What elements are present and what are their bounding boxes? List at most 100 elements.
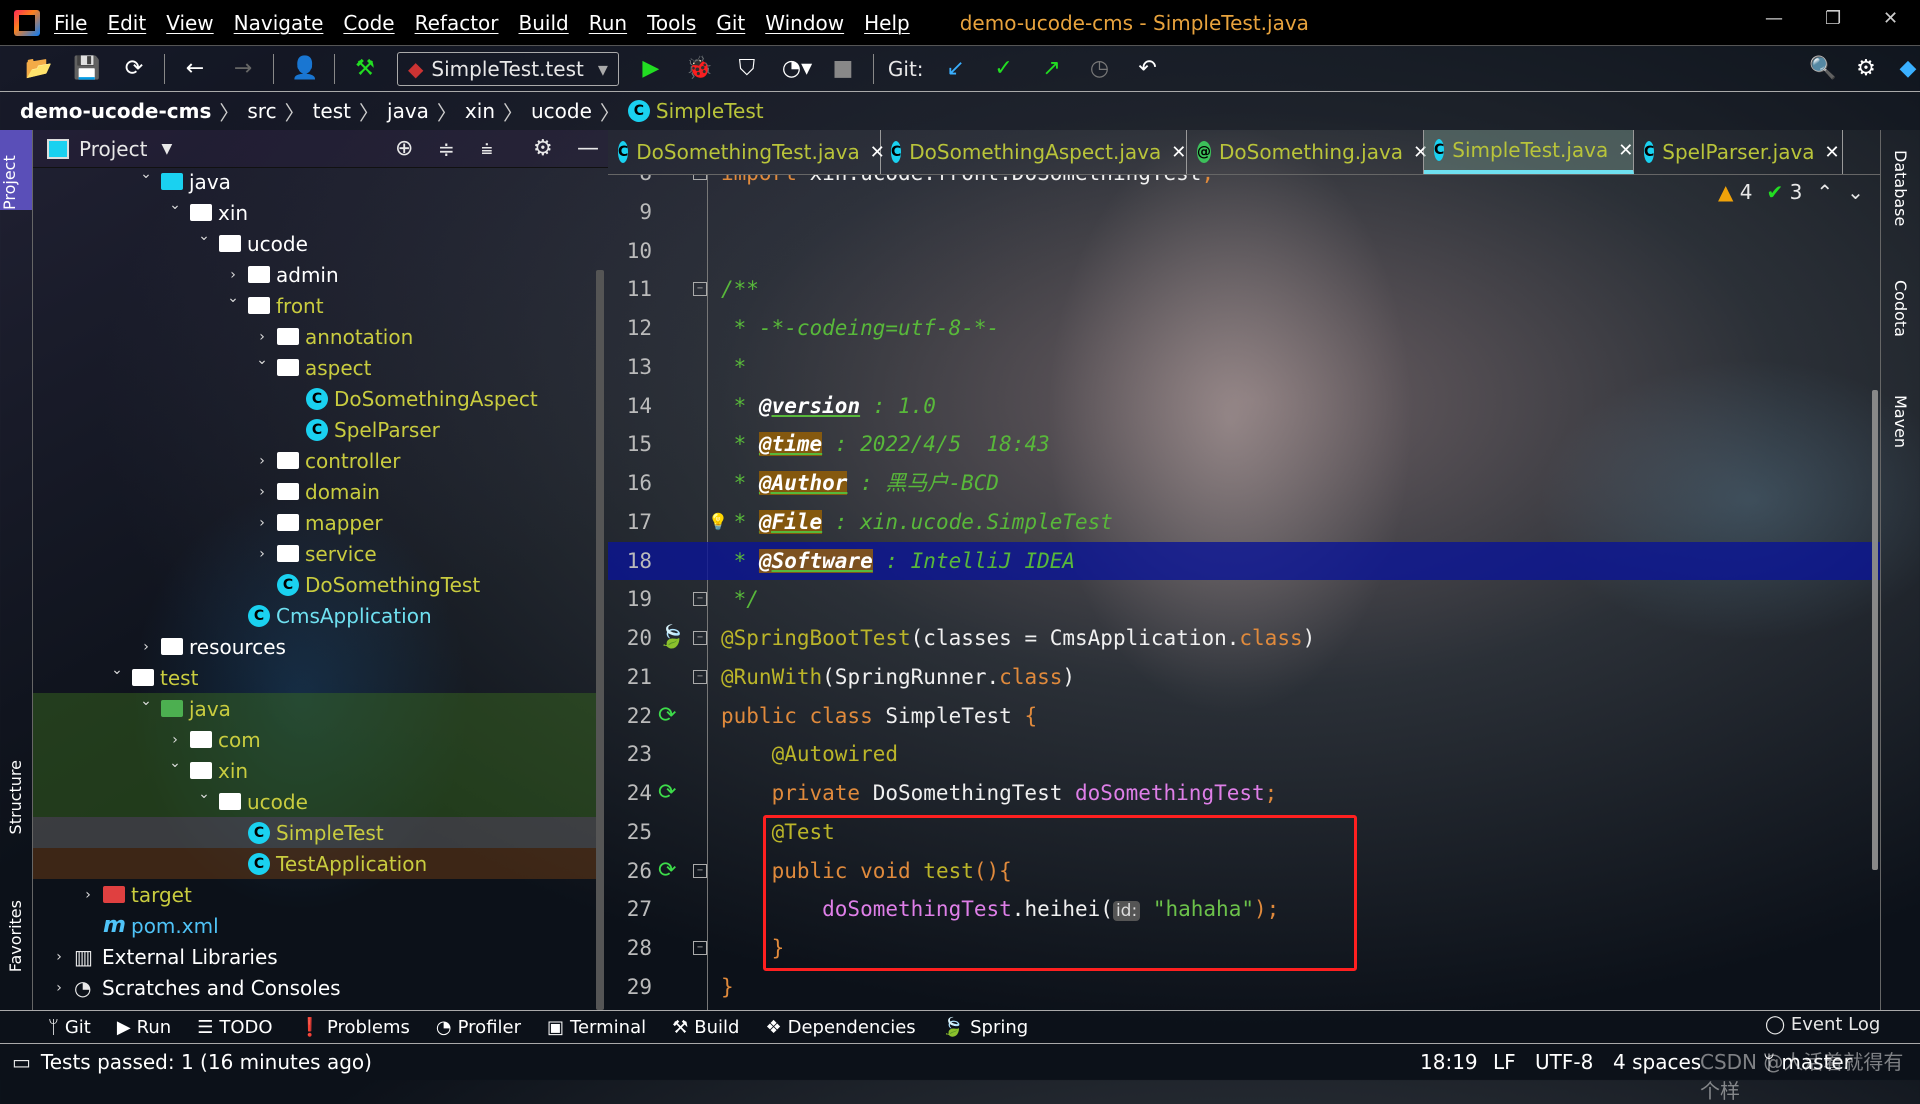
chevron-right-icon[interactable]: › bbox=[166, 732, 184, 748]
line-number[interactable]: 21 bbox=[612, 658, 652, 697]
toolbox-icon[interactable]: ◆ bbox=[1895, 56, 1920, 81]
chevron-right-icon[interactable]: › bbox=[137, 639, 155, 655]
coverage-icon[interactable]: ⛉ bbox=[734, 56, 760, 81]
tree-item[interactable]: ⌄ java bbox=[33, 693, 598, 724]
line-number[interactable]: 10 bbox=[612, 232, 652, 271]
chevron-right-icon[interactable]: › bbox=[253, 515, 271, 531]
menu-refactor[interactable]: Refactor bbox=[415, 11, 499, 35]
breadcrumb-item[interactable]: java bbox=[387, 99, 429, 123]
run-test-icon[interactable]: ⟳ bbox=[658, 697, 676, 736]
chevron-down-icon[interactable]: ⌄ bbox=[253, 352, 271, 368]
chevron-right-icon[interactable]: › bbox=[253, 329, 271, 345]
tree-item[interactable]: › ◔ Scratches and Consoles bbox=[33, 972, 598, 1003]
user-icon[interactable]: 👤 bbox=[291, 56, 318, 81]
tree-item[interactable]: › domain bbox=[33, 476, 598, 507]
tree-item[interactable]: ⌄ ucode bbox=[33, 228, 598, 259]
fold-icon[interactable]: − bbox=[693, 941, 707, 956]
sync-icon[interactable]: ⟳ bbox=[121, 56, 147, 81]
tree-item[interactable]: › resources bbox=[33, 631, 598, 662]
line-separator[interactable]: LF bbox=[1493, 1050, 1516, 1074]
spring-bean-icon[interactable]: 🍃 bbox=[658, 619, 685, 658]
database-tool-button[interactable]: Database bbox=[1891, 150, 1910, 226]
tree-item[interactable]: ⌄ front bbox=[33, 290, 598, 321]
line-number[interactable]: 28 bbox=[612, 929, 652, 968]
collapse-all-icon[interactable]: ⩧ bbox=[481, 137, 493, 161]
panel-gear-icon[interactable]: ⚙ bbox=[533, 136, 553, 161]
debug-bug-icon[interactable]: 🐞 bbox=[686, 56, 713, 81]
menu-help[interactable]: Help bbox=[864, 11, 910, 35]
chevron-right-icon[interactable]: › bbox=[253, 453, 271, 469]
tree-item[interactable]: ⌄ aspect bbox=[33, 352, 598, 383]
maven-tool-button[interactable]: Maven bbox=[1891, 395, 1910, 448]
tool-todo[interactable]: ☰ TODO bbox=[197, 1017, 272, 1038]
tree-item[interactable]: › controller bbox=[33, 445, 598, 476]
close-tab-icon[interactable]: ✕ bbox=[1171, 142, 1186, 163]
tree-item[interactable]: m pom.xml bbox=[33, 910, 598, 941]
project-tool-button[interactable]: Project bbox=[0, 130, 32, 210]
tab-simpletest[interactable]: C SimpleTest.java ✕ bbox=[1424, 130, 1634, 174]
codota-tool-button[interactable]: Codota bbox=[1891, 280, 1910, 337]
tool-dependencies[interactable]: ❖ Dependencies bbox=[765, 1017, 915, 1038]
chevron-right-icon[interactable]: › bbox=[79, 887, 97, 903]
line-number[interactable]: 12 bbox=[612, 309, 652, 348]
line-number[interactable]: 11 bbox=[612, 270, 652, 309]
fold-icon[interactable]: − bbox=[693, 631, 707, 646]
breadcrumb-item[interactable]: xin bbox=[465, 99, 495, 123]
chevron-right-icon[interactable]: › bbox=[50, 949, 68, 965]
line-number[interactable]: 19 bbox=[612, 580, 652, 619]
line-number[interactable]: 22 bbox=[612, 697, 652, 736]
tab-dosomethingaspect[interactable]: C DoSomethingAspect.java ✕ bbox=[881, 130, 1187, 174]
fold-icon[interactable]: − bbox=[693, 592, 707, 607]
tab-dosomethingtest[interactable]: C DoSomethingTest.java ✕ bbox=[608, 130, 885, 174]
tree-item[interactable]: › mapper bbox=[33, 507, 598, 538]
run-icon[interactable]: ▶ bbox=[638, 56, 664, 81]
save-icon[interactable]: 💾 bbox=[73, 56, 100, 81]
build-hammer-icon[interactable]: ⚒ bbox=[352, 56, 378, 81]
stop-icon[interactable]: ■ bbox=[830, 56, 856, 81]
forward-icon[interactable]: → bbox=[230, 56, 256, 81]
breadcrumb-item[interactable]: demo-ucode-cms bbox=[20, 99, 211, 123]
event-log-button[interactable]: ◯ Event Log bbox=[1765, 1014, 1880, 1035]
tree-item[interactable]: ⌄ xin bbox=[33, 755, 598, 786]
tab-dosomething[interactable]: @ DoSomething.java ✕ bbox=[1187, 130, 1428, 174]
menu-code[interactable]: Code bbox=[343, 11, 394, 35]
indent-setting[interactable]: 4 spaces bbox=[1613, 1050, 1701, 1074]
chevron-down-icon[interactable]: ▼ bbox=[161, 141, 172, 157]
line-number[interactable]: 15 bbox=[612, 425, 652, 464]
search-icon[interactable]: 🔍 bbox=[1809, 56, 1836, 81]
tree-item[interactable]: C DoSomethingTest bbox=[33, 569, 598, 600]
structure-tool-button[interactable]: Structure bbox=[6, 760, 25, 834]
close-tab-icon[interactable]: ✕ bbox=[1825, 142, 1840, 163]
chevron-down-icon[interactable]: ⌄ bbox=[108, 662, 126, 678]
settings-gear-icon[interactable]: ⚙ bbox=[1853, 56, 1879, 81]
git-push-icon[interactable]: ↗ bbox=[1039, 56, 1065, 81]
line-number[interactable]: 26 bbox=[612, 852, 652, 891]
git-commit-icon[interactable]: ✓ bbox=[991, 56, 1017, 81]
tool-run[interactable]: ▶ Run bbox=[117, 1017, 171, 1038]
breadcrumb-item[interactable]: ucode bbox=[531, 99, 592, 123]
tree-item[interactable]: › target bbox=[33, 879, 598, 910]
locate-icon[interactable]: ⊕ bbox=[395, 136, 413, 161]
menu-file[interactable]: File bbox=[54, 11, 87, 35]
line-number[interactable]: 18 bbox=[612, 542, 652, 581]
menu-git[interactable]: Git bbox=[716, 11, 745, 35]
tree-item[interactable]: C SpelParser bbox=[33, 414, 598, 445]
close-tab-icon[interactable]: ✕ bbox=[1618, 140, 1633, 161]
tree-item[interactable]: › service bbox=[33, 538, 598, 569]
project-view-select[interactable]: Project bbox=[79, 137, 147, 161]
git-update-icon[interactable]: ↙ bbox=[943, 56, 969, 81]
run-configuration-select[interactable]: ◆ SimpleTest.test ▾ bbox=[397, 51, 619, 86]
tool-spring[interactable]: 🍃 Spring bbox=[942, 1017, 1029, 1038]
tree-item[interactable]: C DoSomethingAspect bbox=[33, 383, 598, 414]
tree-item[interactable]: ⌄ test bbox=[33, 662, 598, 693]
line-number[interactable]: 8 bbox=[612, 175, 652, 193]
tree-item[interactable]: C TestApplication bbox=[33, 848, 598, 879]
favorites-tool-button[interactable]: Favorites bbox=[6, 900, 25, 972]
profile-icon[interactable]: ◔▾ bbox=[782, 56, 812, 81]
line-number[interactable]: 16 bbox=[612, 464, 652, 503]
line-number[interactable]: 25 bbox=[612, 813, 652, 852]
chevron-down-icon[interactable]: ⌄ bbox=[137, 693, 155, 709]
menu-navigate[interactable]: Navigate bbox=[234, 11, 324, 35]
status-message[interactable]: Tests passed: 1 (16 minutes ago) bbox=[41, 1050, 372, 1074]
chevron-down-icon[interactable]: ⌄ bbox=[224, 290, 242, 306]
